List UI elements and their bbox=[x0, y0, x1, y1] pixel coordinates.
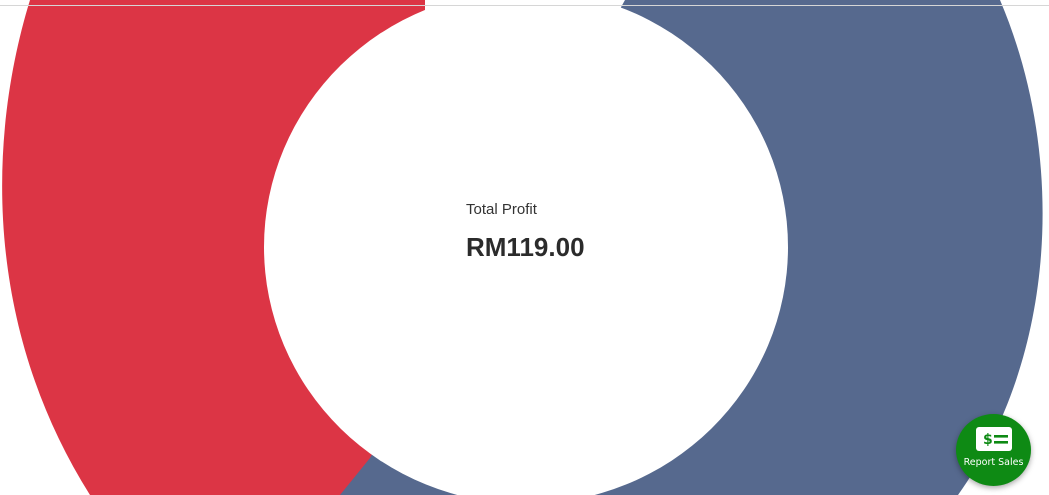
donut-center-summary: Total Profit RM119.00 bbox=[466, 200, 585, 262]
svg-text:$: $ bbox=[983, 432, 993, 448]
header-divider bbox=[0, 5, 1049, 6]
report-page: Total Profit RM119.00 $ Report Sales bbox=[0, 0, 1049, 495]
report-sales-label: Report Sales bbox=[963, 457, 1024, 468]
report-sales-button[interactable]: $ Report Sales bbox=[956, 414, 1031, 486]
dollar-receipt-icon: $ bbox=[975, 427, 1012, 451]
total-profit-value: RM119.00 bbox=[466, 232, 585, 262]
total-profit-label: Total Profit bbox=[466, 201, 537, 218]
